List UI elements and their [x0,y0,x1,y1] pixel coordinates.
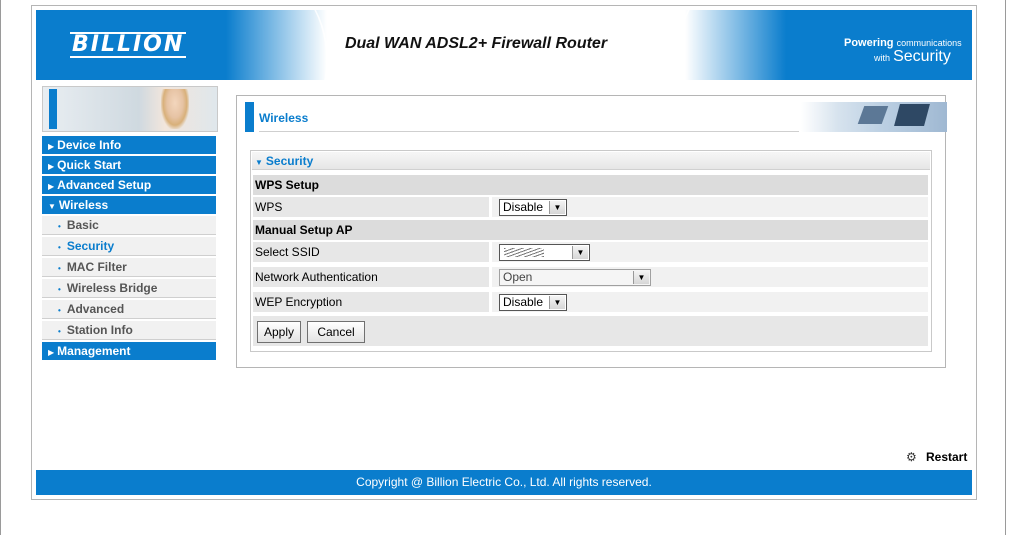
sidebar-subitem-label: Advanced [66,302,125,316]
auth-label: Network Authentication [253,267,489,287]
header-divider [259,131,799,132]
tagline-communications: communications [896,38,962,48]
header-photo-shape [857,106,889,124]
sidebar-photo-person [161,89,189,129]
sidebar-subitem-security[interactable]: • Security [42,237,216,256]
sidebar-subitem-label: Security [66,239,115,253]
manual-setup-heading: Manual Setup AP [253,220,928,240]
ssid-value-cell: ▼ [492,242,928,262]
chevron-down-icon: ▼ [549,296,565,309]
wep-select[interactable]: Disable ▼ [499,294,567,311]
wep-label: WEP Encryption [253,292,489,312]
header-banner: BILLION Dual WAN ADSL2+ Firewall Router … [36,10,972,80]
sidebar-item-label: Quick Start [57,158,122,172]
banner-decoration [676,10,818,80]
bullet-icon: • [58,264,61,273]
auth-select-value: Open [503,270,533,284]
header-accent-bar [245,102,254,132]
chevron-down-icon: ▼ [549,201,565,214]
wep-select-value: Disable [503,295,544,309]
sidebar-subitem-station-info[interactable]: • Station Info [42,321,216,340]
sidebar-subitem-label: Wireless Bridge [66,281,158,295]
wps-setup-heading: WPS Setup [253,175,928,195]
triangle-down-icon: ▼ [255,158,263,167]
wps-select[interactable]: Disable ▼ [499,199,567,216]
triangle-right-icon: ▶ [48,348,55,357]
auth-value-cell: Open ▼ [492,267,928,287]
bullet-icon: • [58,306,61,315]
wep-value-cell: Disable ▼ [492,292,928,312]
tagline-security: Security [893,48,951,65]
action-bar: Apply Cancel [253,316,928,346]
sidebar-item-label: Advanced Setup [57,178,152,192]
page-title: Wireless [259,111,309,125]
sidebar-item-quick-start[interactable]: ▶ Quick Start [42,156,216,174]
restart-link[interactable]: ⚙ Restart [906,448,967,466]
sidebar-subitem-label: MAC Filter [66,260,127,274]
auth-select[interactable]: Open ▼ [499,269,651,286]
window-right-border [1005,0,1006,535]
bullet-icon: • [58,327,61,336]
wps-value-cell: Disable ▼ [492,197,928,217]
chevron-down-icon: ▼ [633,271,649,284]
apply-button[interactable]: Apply [257,321,301,343]
chevron-down-icon: ▼ [572,246,588,259]
tagline: Powering communications with Security [844,36,964,65]
sidebar-nav: ▶ Device Info ▶ Quick Start ▶ Advanced Setu… [42,136,216,362]
sidebar-photo [42,86,218,132]
sidebar-item-management[interactable]: ▶ Management [42,342,216,360]
sidebar-subitem-label: Basic [66,218,99,232]
sidebar-item-device-info[interactable]: ▶ Device Info [42,136,216,154]
security-section-title: Security [265,154,314,168]
bullet-icon: • [58,243,61,252]
triangle-down-icon: ▼ [48,202,56,211]
ssid-redacted-value [504,248,544,257]
triangle-right-icon: ▶ [48,162,55,171]
sidebar-item-label: Management [57,344,131,358]
wps-label: WPS [253,197,489,217]
tagline-with: with [874,53,891,63]
wps-select-value: Disable [503,200,544,214]
tagline-powering: Powering [844,37,894,49]
sidebar-subitem-wireless-bridge[interactable]: • Wireless Bridge [42,279,216,298]
ssid-select[interactable]: ▼ [499,244,590,261]
sidebar-item-label: Device Info [57,138,122,152]
billion-logo: BILLION [70,32,187,58]
window-left-border [0,0,1,535]
header-photo-shape [894,104,930,126]
bullet-icon: • [58,285,61,294]
sidebar-item-wireless[interactable]: ▼ Wireless [42,196,216,214]
product-title: Dual WAN ADSL2+ Firewall Router [344,35,608,52]
sidebar-item-label: Wireless [58,198,109,212]
triangle-right-icon: ▶ [48,182,55,191]
security-section-header[interactable]: ▼ Security [252,152,930,170]
footer: Copyright @ Billion Electric Co., Ltd. A… [36,470,972,495]
header-photo [801,102,947,132]
sidebar-subitem-label: Station Info [66,323,133,337]
sidebar-item-advanced-setup[interactable]: ▶ Advanced Setup [42,176,216,194]
content-header: Wireless [245,102,947,132]
bullet-icon: • [58,222,61,231]
restart-label: Restart [926,450,968,464]
triangle-right-icon: ▶ [48,142,55,151]
restart-icon: ⚙ [906,450,917,464]
ssid-label: Select SSID [253,242,489,262]
sidebar-photo-accent [49,89,57,129]
sidebar-subitem-mac-filter[interactable]: • MAC Filter [42,258,216,277]
sidebar-subitem-advanced[interactable]: • Advanced [42,300,216,319]
cancel-button[interactable]: Cancel [307,321,365,343]
sidebar-subitem-basic[interactable]: • Basic [42,216,216,235]
